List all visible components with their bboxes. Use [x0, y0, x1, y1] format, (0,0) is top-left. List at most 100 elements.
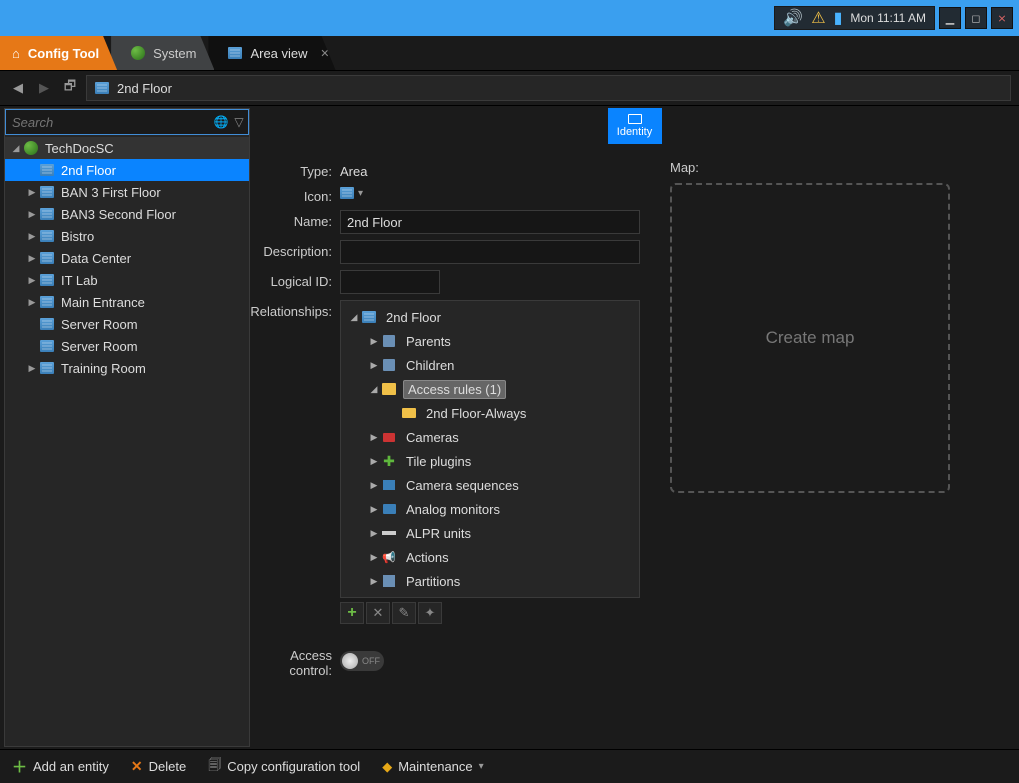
globe-search-icon[interactable]: 🌐 — [212, 115, 230, 129]
expander-icon[interactable]: ▶ — [367, 336, 381, 347]
expander-icon[interactable]: ▶ — [367, 576, 381, 587]
children-icon — [383, 359, 395, 371]
tree-item-2nd-floor[interactable]: 2nd Floor — [5, 159, 249, 181]
relationships-toolbar: + ✕ ✎ ✦ — [340, 602, 640, 624]
icon-picker[interactable]: ▾ — [340, 185, 363, 199]
expander-icon[interactable]: ▶ — [367, 552, 381, 563]
expander-icon[interactable]: ▶ — [367, 456, 381, 467]
entity-tree: ◢ TechDocSC 2nd Floor ▶ BAN 3 First Floo… — [5, 135, 249, 746]
row-relationships: Relationships: ◢ 2nd Floor ▶ — [250, 300, 640, 624]
tree-root[interactable]: ◢ TechDocSC — [5, 137, 249, 159]
building-icon — [40, 362, 54, 374]
expander-icon[interactable]: ▶ — [25, 231, 39, 242]
rel-children[interactable]: ▶ Children — [341, 353, 639, 377]
tree-item[interactable]: Server Room — [5, 335, 249, 357]
copy-config-button[interactable]: 🗐 Copy configuration tool — [208, 756, 360, 778]
toggle-knob — [342, 653, 358, 669]
icon-label: Icon: — [250, 185, 340, 204]
rel-root[interactable]: ◢ 2nd Floor — [341, 305, 639, 329]
battery-icon[interactable]: ▮ — [834, 8, 843, 28]
access-label: Access control: — [250, 644, 340, 678]
tab-config-label: Config Tool — [28, 46, 99, 61]
camera-icon — [383, 433, 395, 442]
close-tab-icon[interactable]: ✕ — [320, 47, 329, 60]
expander-icon[interactable]: ▶ — [25, 187, 39, 198]
relationships-tree: ◢ 2nd Floor ▶ Parents — [340, 300, 640, 598]
rel-parents[interactable]: ▶ Parents — [341, 329, 639, 353]
nav-back-button[interactable]: ◀ — [8, 80, 28, 96]
volume-icon[interactable]: 🔊 — [783, 8, 803, 28]
expander-icon[interactable]: ▶ — [367, 432, 381, 443]
tree-item[interactable]: ▶ BAN 3 First Floor — [5, 181, 249, 203]
rel-access-rules[interactable]: ◢ Access rules (1) — [341, 377, 639, 401]
tab-identity[interactable]: Identity — [608, 108, 662, 144]
expander-icon[interactable]: ▶ — [367, 528, 381, 539]
nav-forward-button[interactable]: ▶ — [34, 80, 54, 96]
expander-icon[interactable]: ◢ — [347, 312, 361, 323]
expander-icon[interactable]: ◢ — [9, 143, 23, 154]
tree-item[interactable]: ▶ Main Entrance — [5, 291, 249, 313]
expander-icon[interactable]: ▶ — [25, 363, 39, 374]
building-icon — [40, 296, 54, 308]
edit-relationship-button[interactable]: ✎ — [392, 602, 416, 624]
tree-item-label: BAN3 Second Floor — [61, 207, 176, 222]
tree-item[interactable]: ▶ BAN3 Second Floor — [5, 203, 249, 225]
expander-icon[interactable]: ▶ — [25, 209, 39, 220]
delete-button[interactable]: ✕ Delete — [131, 758, 186, 775]
tree-item[interactable]: ▶ IT Lab — [5, 269, 249, 291]
expander-icon[interactable]: ▶ — [367, 360, 381, 371]
expander-icon[interactable]: ◢ — [367, 384, 381, 395]
rel-camera-seq[interactable]: ▶ Camera sequences — [341, 473, 639, 497]
add-entity-button[interactable]: ＋ Add an entity — [12, 756, 109, 777]
nav-refresh-icon[interactable]: 🗗 — [60, 77, 80, 99]
breadcrumb[interactable]: 2nd Floor — [86, 75, 1011, 101]
name-input[interactable] — [340, 210, 640, 234]
building-icon — [40, 208, 54, 220]
tree-item[interactable]: Server Room — [5, 313, 249, 335]
rel-label: Camera sequences — [403, 477, 522, 494]
minimize-button[interactable]: ▁ — [939, 7, 961, 29]
logical-id-input[interactable] — [340, 270, 440, 294]
expander-icon[interactable]: ▶ — [367, 480, 381, 491]
rel-tile-plugins[interactable]: ▶ ✚ Tile plugins — [341, 449, 639, 473]
maximize-button[interactable]: ◻ — [965, 7, 987, 29]
expander-icon[interactable]: ▶ — [25, 275, 39, 286]
add-relationship-button[interactable]: + — [340, 602, 364, 624]
description-input[interactable] — [340, 240, 640, 264]
access-rules-icon — [382, 383, 396, 395]
search-input[interactable] — [6, 115, 212, 130]
rel-partitions[interactable]: ▶ Partitions — [341, 569, 639, 593]
warning-icon[interactable]: ⚠ — [811, 8, 825, 28]
building-icon — [340, 187, 354, 199]
expander-icon[interactable]: ▶ — [25, 297, 39, 308]
tab-area-view[interactable]: Area view ✕ — [208, 36, 335, 70]
tree-item[interactable]: ▶ Training Room — [5, 357, 249, 379]
close-window-button[interactable]: ⨯ — [991, 7, 1013, 29]
rel-alpr[interactable]: ▶ ALPR units — [341, 521, 639, 545]
os-bar: 🔊 ⚠ ▮ Mon 11:11 AM ▁ ◻ ⨯ — [0, 0, 1019, 36]
access-control-toggle[interactable]: OFF — [340, 651, 384, 671]
tools-relationship-button[interactable]: ✦ — [418, 602, 442, 624]
row-access-control: Access control: OFF — [250, 644, 640, 678]
alpr-icon — [382, 531, 396, 535]
expander-icon[interactable]: ▶ — [367, 504, 381, 515]
identity-form: Type: Area Icon: ▾ Name: — [250, 144, 1019, 749]
rel-cameras[interactable]: ▶ Cameras — [341, 425, 639, 449]
rel-analog-monitors[interactable]: ▶ Analog monitors — [341, 497, 639, 521]
identity-icon — [628, 114, 642, 124]
rel-actions[interactable]: ▶ 📢 Actions — [341, 545, 639, 569]
expander-icon[interactable]: ▶ — [25, 253, 39, 264]
maintenance-button[interactable]: ◆ Maintenance ▾ — [382, 759, 483, 775]
tree-item[interactable]: ▶ Data Center — [5, 247, 249, 269]
tree-item[interactable]: ▶ Bistro — [5, 225, 249, 247]
tab-config-tool[interactable]: ⌂ Config Tool — [0, 36, 117, 70]
rel-label: ALPR units — [403, 525, 474, 542]
tab-system[interactable]: System — [111, 36, 214, 70]
partition-icon — [383, 575, 395, 587]
remove-relationship-button[interactable]: ✕ — [366, 602, 390, 624]
delete-icon: ✕ — [131, 758, 143, 775]
rel-access-child[interactable]: 2nd Floor-Always — [341, 401, 639, 425]
filter-icon[interactable]: ▽ — [230, 115, 248, 129]
create-map-dropzone[interactable]: Create map — [670, 183, 950, 493]
content-tabs: Identity — [250, 106, 1019, 144]
